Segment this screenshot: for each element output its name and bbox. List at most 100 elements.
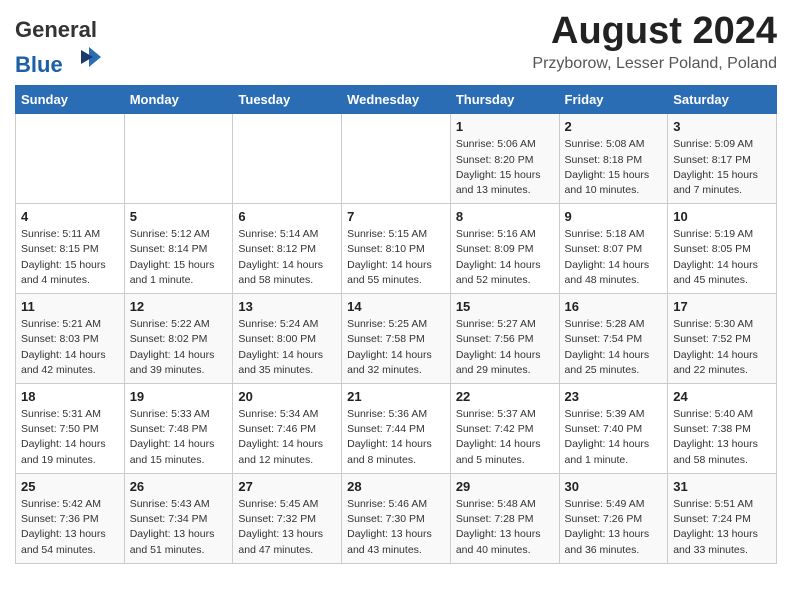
table-row: 24Sunrise: 5:40 AM Sunset: 7:38 PM Dayli… xyxy=(668,384,777,474)
table-row: 17 Sunrise: 5:30 AM Sunset: 7:52 PM Dayli… xyxy=(668,294,777,384)
day-info: Sunrise: 5:24 AM Sunset: 8:00 PM Dayligh… xyxy=(238,317,336,378)
day-info: Sunrise: 5:27 AM Sunset: 7:56 PM Dayligh… xyxy=(456,317,554,378)
header: General Blue August 2024 Przyborow, Less… xyxy=(15,10,777,77)
logo-icon xyxy=(71,42,101,72)
day-number: 31 xyxy=(673,479,771,494)
table-row: 22 Sunrise: 5:37 AM Sunset: 7:42 PM Dayli… xyxy=(450,384,559,474)
day-info: Sunrise: 5:48 AM Sunset: 7:28 PM Dayligh… xyxy=(456,497,554,558)
day-info: Sunrise: 5:19 AM Sunset: 8:05 PM Dayligh… xyxy=(673,227,771,288)
header-friday: Friday xyxy=(559,86,668,114)
day-info: Sunrise: 5:11 AM Sunset: 8:15 PM Dayligh… xyxy=(21,227,119,288)
header-sunday: Sunday xyxy=(16,86,125,114)
day-number: 15 xyxy=(456,299,554,314)
day-info: Sunrise: 5:28 AM Sunset: 7:54 PM Dayligh… xyxy=(565,317,663,378)
day-info: Sunrise: 5:31 AM Sunset: 7:50 PM Dayligh… xyxy=(21,407,119,468)
day-number: 23 xyxy=(565,389,663,404)
table-row: 12Sunrise: 5:22 AM Sunset: 8:02 PM Dayli… xyxy=(124,294,233,384)
day-number: 20 xyxy=(238,389,336,404)
table-row: 2 Sunrise: 5:08 AM Sunset: 8:18 PM Daylig… xyxy=(559,114,668,204)
calendar-week-5: 25 Sunrise: 5:42 AM Sunset: 7:36 PM Dayli… xyxy=(16,473,777,563)
table-row: 31Sunrise: 5:51 AM Sunset: 7:24 PM Dayli… xyxy=(668,473,777,563)
table-row xyxy=(124,114,233,204)
logo: General Blue xyxy=(15,18,101,77)
day-number: 10 xyxy=(673,209,771,224)
day-number: 19 xyxy=(130,389,228,404)
day-number: 16 xyxy=(565,299,663,314)
calendar-week-1: 1 Sunrise: 5:06 AM Sunset: 8:20 PM Daylig… xyxy=(16,114,777,204)
day-info: Sunrise: 5:15 AM Sunset: 8:10 PM Dayligh… xyxy=(347,227,445,288)
day-number: 29 xyxy=(456,479,554,494)
table-row: 5 Sunrise: 5:12 AM Sunset: 8:14 PM Daylig… xyxy=(124,204,233,294)
day-info: Sunrise: 5:14 AM Sunset: 8:12 PM Dayligh… xyxy=(238,227,336,288)
day-number: 1 xyxy=(456,119,554,134)
table-row: 23 Sunrise: 5:39 AM Sunset: 7:40 PM Dayli… xyxy=(559,384,668,474)
day-info: Sunrise: 5:21 AM Sunset: 8:03 PM Dayligh… xyxy=(21,317,119,378)
day-info: Sunrise: 5:34 AM Sunset: 7:46 PM Dayligh… xyxy=(238,407,336,468)
table-row xyxy=(342,114,451,204)
table-row: 1 Sunrise: 5:06 AM Sunset: 8:20 PM Daylig… xyxy=(450,114,559,204)
day-number: 18 xyxy=(21,389,119,404)
header-tuesday: Tuesday xyxy=(233,86,342,114)
day-info: Sunrise: 5:12 AM Sunset: 8:14 PM Dayligh… xyxy=(130,227,228,288)
day-number: 4 xyxy=(21,209,119,224)
day-info: Sunrise: 5:46 AM Sunset: 7:30 PM Dayligh… xyxy=(347,497,445,558)
day-number: 3 xyxy=(673,119,771,134)
day-info: Sunrise: 5:42 AM Sunset: 7:36 PM Dayligh… xyxy=(21,497,119,558)
table-row: 18 Sunrise: 5:31 AM Sunset: 7:50 PM Dayli… xyxy=(16,384,125,474)
table-row: 13Sunrise: 5:24 AM Sunset: 8:00 PM Dayli… xyxy=(233,294,342,384)
day-number: 2 xyxy=(565,119,663,134)
table-row: 8Sunrise: 5:16 AM Sunset: 8:09 PM Daylig… xyxy=(450,204,559,294)
day-number: 6 xyxy=(238,209,336,224)
day-number: 25 xyxy=(21,479,119,494)
day-info: Sunrise: 5:08 AM Sunset: 8:18 PM Dayligh… xyxy=(565,137,663,198)
day-info: Sunrise: 5:25 AM Sunset: 7:58 PM Dayligh… xyxy=(347,317,445,378)
table-row: 6 Sunrise: 5:14 AM Sunset: 8:12 PM Daylig… xyxy=(233,204,342,294)
table-row: 30Sunrise: 5:49 AM Sunset: 7:26 PM Dayli… xyxy=(559,473,668,563)
table-row: 29 Sunrise: 5:48 AM Sunset: 7:28 PM Dayli… xyxy=(450,473,559,563)
header-saturday: Saturday xyxy=(668,86,777,114)
day-info: Sunrise: 5:18 AM Sunset: 8:07 PM Dayligh… xyxy=(565,227,663,288)
table-row: 15 Sunrise: 5:27 AM Sunset: 7:56 PM Dayli… xyxy=(450,294,559,384)
logo-general-text: General xyxy=(15,17,97,42)
day-number: 30 xyxy=(565,479,663,494)
table-row xyxy=(233,114,342,204)
day-info: Sunrise: 5:45 AM Sunset: 7:32 PM Dayligh… xyxy=(238,497,336,558)
day-number: 11 xyxy=(21,299,119,314)
day-info: Sunrise: 5:36 AM Sunset: 7:44 PM Dayligh… xyxy=(347,407,445,468)
day-number: 24 xyxy=(673,389,771,404)
day-info: Sunrise: 5:30 AM Sunset: 7:52 PM Dayligh… xyxy=(673,317,771,378)
header-monday: Monday xyxy=(124,86,233,114)
logo-blue-text: Blue xyxy=(15,52,63,77)
day-number: 27 xyxy=(238,479,336,494)
table-row: 25 Sunrise: 5:42 AM Sunset: 7:36 PM Dayli… xyxy=(16,473,125,563)
calendar-subtitle: Przyborow, Lesser Poland, Poland xyxy=(532,55,777,73)
day-number: 22 xyxy=(456,389,554,404)
day-number: 5 xyxy=(130,209,228,224)
table-row: 10 Sunrise: 5:19 AM Sunset: 8:05 PM Dayli… xyxy=(668,204,777,294)
table-row: 4 Sunrise: 5:11 AM Sunset: 8:15 PM Daylig… xyxy=(16,204,125,294)
table-row: 21 Sunrise: 5:36 AM Sunset: 7:44 PM Dayli… xyxy=(342,384,451,474)
calendar-week-3: 11 Sunrise: 5:21 AM Sunset: 8:03 PM Dayli… xyxy=(16,294,777,384)
table-row: 26Sunrise: 5:43 AM Sunset: 7:34 PM Dayli… xyxy=(124,473,233,563)
table-row xyxy=(16,114,125,204)
day-info: Sunrise: 5:39 AM Sunset: 7:40 PM Dayligh… xyxy=(565,407,663,468)
day-info: Sunrise: 5:22 AM Sunset: 8:02 PM Dayligh… xyxy=(130,317,228,378)
calendar-table: Sunday Monday Tuesday Wednesday Thursday… xyxy=(15,85,777,563)
table-row: 20 Sunrise: 5:34 AM Sunset: 7:46 PM Dayli… xyxy=(233,384,342,474)
table-row: 7Sunrise: 5:15 AM Sunset: 8:10 PM Daylig… xyxy=(342,204,451,294)
day-info: Sunrise: 5:09 AM Sunset: 8:17 PM Dayligh… xyxy=(673,137,771,198)
day-info: Sunrise: 5:06 AM Sunset: 8:20 PM Dayligh… xyxy=(456,137,554,198)
day-info: Sunrise: 5:37 AM Sunset: 7:42 PM Dayligh… xyxy=(456,407,554,468)
day-info: Sunrise: 5:43 AM Sunset: 7:34 PM Dayligh… xyxy=(130,497,228,558)
day-info: Sunrise: 5:16 AM Sunset: 8:09 PM Dayligh… xyxy=(456,227,554,288)
day-number: 14 xyxy=(347,299,445,314)
day-number: 28 xyxy=(347,479,445,494)
day-number: 17 xyxy=(673,299,771,314)
title-area: August 2024 Przyborow, Lesser Poland, Po… xyxy=(532,10,777,73)
day-number: 21 xyxy=(347,389,445,404)
calendar-title: August 2024 xyxy=(532,10,777,53)
table-row: 11 Sunrise: 5:21 AM Sunset: 8:03 PM Dayli… xyxy=(16,294,125,384)
calendar-week-2: 4 Sunrise: 5:11 AM Sunset: 8:15 PM Daylig… xyxy=(16,204,777,294)
calendar-header-row: Sunday Monday Tuesday Wednesday Thursday… xyxy=(16,86,777,114)
day-number: 9 xyxy=(565,209,663,224)
